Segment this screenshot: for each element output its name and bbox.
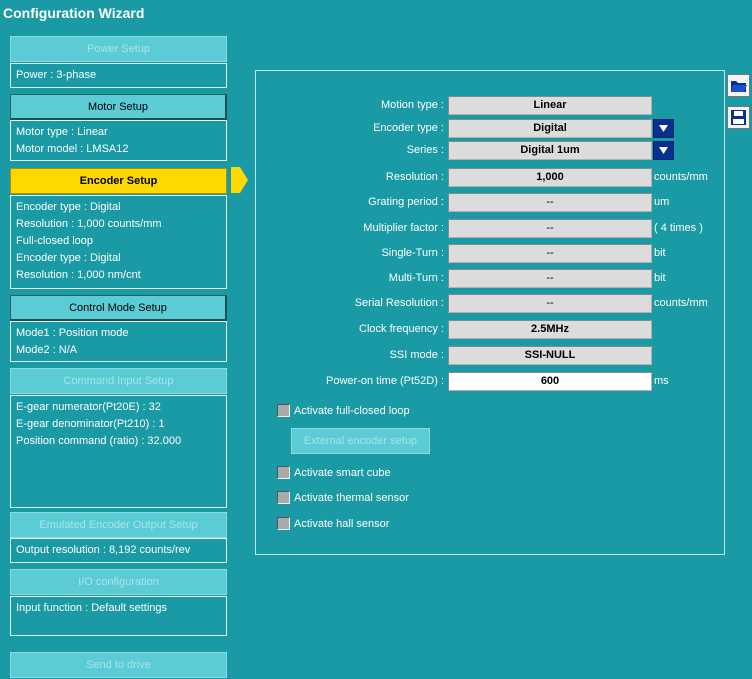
current-step-arrow-icon: [231, 167, 248, 193]
command-input-info: E-gear numerator(Pt20E) : 32 E-gear deno…: [10, 395, 227, 508]
motion-type-label: Motion type :: [381, 99, 444, 111]
send-to-drive-button[interactable]: Send to drive: [10, 652, 227, 678]
serial-resolution-field: --: [448, 294, 652, 313]
resolution-field: 1,000: [448, 168, 652, 187]
encoder-type-label: Encoder type :: [373, 122, 444, 134]
info-line: Resolution : 1,000 nm/cnt: [16, 269, 141, 281]
control-mode-info: Mode1 : Position mode Mode2 : N/A: [10, 321, 227, 362]
info-line: Motor type : Linear: [16, 126, 108, 138]
info-line: Mode2 : N/A: [16, 344, 78, 356]
thermal-sensor-checkbox[interactable]: [277, 491, 290, 504]
info-line: Output resolution : 8,192 counts/rev: [16, 544, 191, 556]
multi-turn-field: --: [448, 269, 652, 288]
save-disk-icon[interactable]: [727, 106, 750, 129]
emulated-encoder-info: Output resolution : 8,192 counts/rev: [10, 538, 227, 563]
power-on-time-label: Power-on time (Pt52D) :: [326, 375, 444, 387]
resolution-label: Resolution :: [385, 171, 444, 183]
info-line: Encoder type : Digital: [16, 252, 121, 264]
hall-sensor-label: Activate hall sensor: [294, 518, 390, 530]
ssi-mode-label: SSI mode :: [389, 349, 444, 361]
serial-resolution-label: Serial Resolution :: [354, 297, 444, 309]
series-dropdown-icon[interactable]: [653, 141, 674, 160]
control-mode-setup-button[interactable]: Control Mode Setup: [10, 295, 227, 321]
power-on-time-unit: ms: [654, 375, 669, 387]
open-folder-icon[interactable]: [727, 74, 750, 97]
thermal-sensor-label: Activate thermal sensor: [294, 492, 409, 504]
power-on-time-input[interactable]: 600: [448, 372, 652, 391]
single-turn-field: --: [448, 244, 652, 263]
io-configuration-info: Input function : Default settings: [10, 596, 227, 636]
info-line: Mode1 : Position mode: [16, 327, 129, 339]
command-input-setup-button[interactable]: Command Input Setup: [10, 368, 227, 394]
encoder-type-dropdown-icon[interactable]: [653, 119, 674, 138]
clock-frequency-label: Clock frequency :: [359, 323, 444, 335]
motor-setup-info: Motor type : Linear Motor model : LMSA12: [10, 120, 227, 161]
info-line: Encoder type : Digital: [16, 201, 121, 213]
multi-turn-label: Multi-Turn :: [388, 272, 444, 284]
info-line: E-gear denominator(Pt210) : 1: [16, 418, 165, 430]
window-title: Configuration Wizard: [3, 5, 145, 21]
grating-period-unit: um: [654, 196, 670, 208]
external-encoder-setup-button[interactable]: External encoder setup: [291, 428, 430, 454]
motor-setup-button[interactable]: Motor Setup: [10, 94, 227, 120]
grating-period-label: Grating period :: [368, 196, 444, 208]
full-closed-loop-label: Activate full-closed loop: [294, 405, 410, 417]
single-turn-label: Single-Turn :: [381, 247, 444, 259]
info-line: Power : 3-phase: [16, 69, 97, 81]
encoder-setup-info: Encoder type : Digital Resolution : 1,00…: [10, 195, 227, 289]
series-select[interactable]: Digital 1um: [448, 141, 652, 160]
emulated-encoder-output-button[interactable]: Emulated Encoder Output Setup: [10, 512, 227, 538]
hall-sensor-checkbox[interactable]: [277, 517, 290, 530]
smart-cube-label: Activate smart cube: [294, 467, 391, 479]
series-label: Series :: [406, 144, 444, 156]
encoder-setup-button[interactable]: Encoder Setup: [10, 168, 227, 194]
info-line: Full-closed loop: [16, 235, 94, 247]
multiplier-factor-unit: ( 4 times ): [654, 222, 703, 234]
full-closed-loop-checkbox[interactable]: [277, 404, 290, 417]
io-configuration-button[interactable]: I/O configuration: [10, 569, 227, 595]
grating-period-field: --: [448, 193, 652, 212]
multi-turn-unit: bit: [654, 272, 666, 284]
serial-resolution-unit: counts/mm: [654, 297, 708, 309]
info-line: Input function : Default settings: [16, 602, 168, 614]
power-setup-info: Power : 3-phase: [10, 63, 227, 88]
info-line: Resolution : 1,000 counts/mm: [16, 218, 162, 230]
motion-type-field: Linear: [448, 96, 652, 115]
clock-frequency-field: 2.5MHz: [448, 320, 652, 339]
power-setup-button[interactable]: Power Setup: [10, 36, 227, 62]
multiplier-factor-field: --: [448, 219, 652, 238]
multiplier-factor-label: Multiplier factor :: [363, 222, 444, 234]
resolution-unit: counts/mm: [654, 171, 708, 183]
ssi-mode-field: SSI-NULL: [448, 346, 652, 365]
smart-cube-checkbox[interactable]: [277, 466, 290, 479]
info-line: Motor model : LMSA12: [16, 143, 129, 155]
encoder-type-select[interactable]: Digital: [448, 119, 652, 138]
single-turn-unit: bit: [654, 247, 666, 259]
info-line: Position command (ratio) : 32.000: [16, 435, 182, 447]
info-line: E-gear numerator(Pt20E) : 32: [16, 401, 161, 413]
